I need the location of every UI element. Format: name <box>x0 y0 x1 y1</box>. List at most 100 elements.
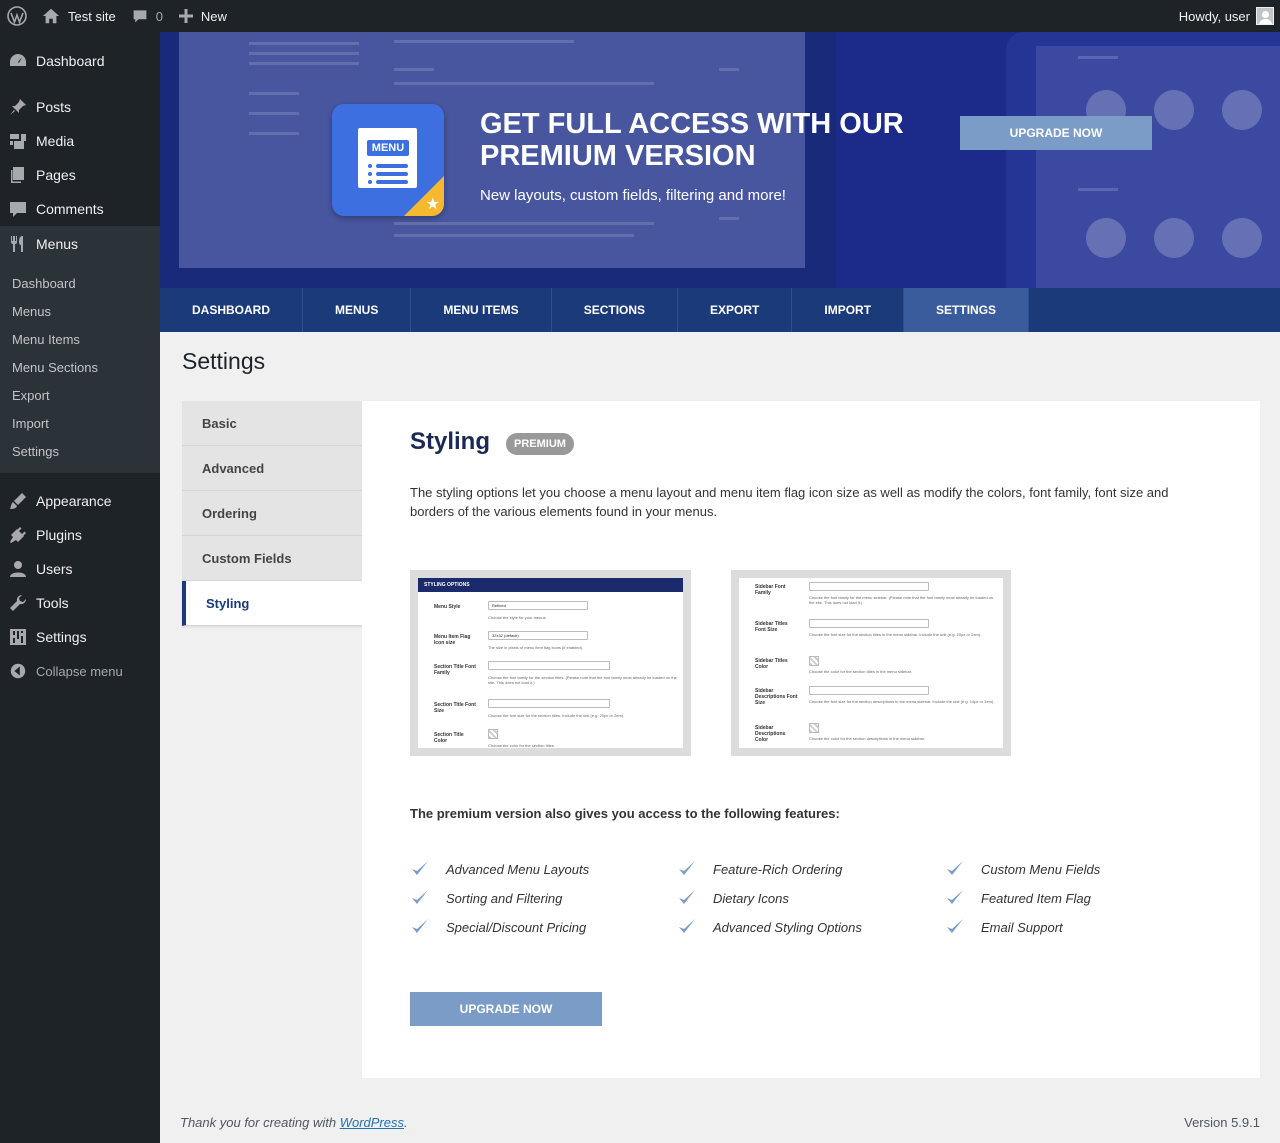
preview-field-label: Sidebar Font Family <box>755 584 786 596</box>
preview-field-label: Sidebar Titles Font Size <box>755 621 788 633</box>
checkmark-icon <box>945 888 981 908</box>
sidebar-item-label: Plugins <box>36 527 82 543</box>
preview-help: Choose the font size for the section des… <box>809 699 995 704</box>
sidebar-item-comments[interactable]: Comments <box>0 192 160 226</box>
preview-field-label: Section Title Color <box>434 732 464 744</box>
preview-color-swatch <box>488 729 498 739</box>
submenu-import[interactable]: Import <box>0 409 160 437</box>
submenu-export[interactable]: Export <box>0 381 160 409</box>
preview-color-swatch <box>809 656 819 666</box>
new-label: New <box>200 8 227 24</box>
settings-tab-basic[interactable]: Basic <box>182 401 362 446</box>
submenu-menu-items[interactable]: Menu Items <box>0 325 160 353</box>
comments-link[interactable]: 0 <box>124 0 171 32</box>
sidebar-item-media[interactable]: Media <box>0 124 160 158</box>
my-account-link[interactable]: Howdy, user <box>1179 7 1280 25</box>
preview-help: Choose the font family for the menu side… <box>809 595 994 605</box>
preview-input <box>809 582 929 591</box>
sidebar-item-label: Appearance <box>36 493 112 509</box>
submenu-settings[interactable]: Settings <box>0 437 160 465</box>
howdy-text: Howdy, user <box>1178 8 1250 24</box>
tab-menu-items[interactable]: MENU ITEMS <box>411 288 552 332</box>
feature-item: Email Support <box>945 917 1063 937</box>
submenu-menu-sections[interactable]: Menu Sections <box>0 353 160 381</box>
section-description: The styling options let you choose a men… <box>410 485 1169 519</box>
checkmark-icon <box>945 859 981 879</box>
preview-help: Choose the font size for the section tit… <box>488 713 625 718</box>
wrench-icon <box>8 593 28 613</box>
new-content-link[interactable]: New <box>171 0 235 32</box>
settings-tab-custom-fields[interactable]: Custom Fields <box>182 536 362 581</box>
sidebar-item-posts[interactable]: Posts <box>0 90 160 124</box>
feature-label: Advanced Menu Layouts <box>446 861 590 877</box>
submenu-dashboard[interactable]: Dashboard <box>0 269 160 297</box>
settings-tab-advanced[interactable]: Advanced <box>182 446 362 491</box>
submenu-menus[interactable]: Menus <box>0 297 160 325</box>
sidebar-item-settings[interactable]: Settings <box>0 620 160 654</box>
banner-subtitle: New layouts, custom fields, filtering an… <box>480 187 786 204</box>
banner-title: GET FULL ACCESS WITH OUR PREMIUM VERSION <box>480 108 904 172</box>
plugin-nav-tabs: DASHBOARD MENUS MENU ITEMS SECTIONS EXPO… <box>160 288 1280 332</box>
tab-dashboard[interactable]: DASHBOARD <box>160 288 303 332</box>
site-name-link[interactable]: Test site <box>34 0 124 32</box>
sliders-icon <box>8 627 28 647</box>
plug-icon <box>8 525 28 545</box>
sidebar-item-tools[interactable]: Tools <box>0 586 160 620</box>
utensils-icon <box>8 234 28 254</box>
sidebar-item-plugins[interactable]: Plugins <box>0 518 160 552</box>
tab-settings[interactable]: SETTINGS <box>904 288 1030 332</box>
settings-tab-styling[interactable]: Styling <box>182 581 362 626</box>
settings-tab-ordering[interactable]: Ordering <box>182 491 362 536</box>
menu-badge-label: MENU <box>367 140 409 156</box>
preview-help: Choose the font family for the section t… <box>488 675 677 685</box>
sidebar-item-users[interactable]: Users <box>0 552 160 586</box>
styling-preview-image-2: Sidebar Font Family Choose the font fami… <box>731 570 1011 756</box>
dashboard-icon <box>8 51 28 71</box>
feature-label: Special/Discount Pricing <box>446 919 587 935</box>
sidebar-item-appearance[interactable]: Appearance <box>0 484 160 518</box>
preview-input <box>488 661 610 670</box>
sidebar-item-label: Pages <box>36 167 76 183</box>
collapse-menu-button[interactable]: Collapse menu <box>0 654 160 688</box>
brush-icon <box>8 491 28 511</box>
checkmark-icon <box>945 917 981 937</box>
tab-export[interactable]: EXPORT <box>678 288 793 332</box>
preview-select: 32x32 (default) <box>488 631 588 640</box>
wordpress-logo-icon[interactable] <box>0 0 34 32</box>
preview-field-label: Menu Style <box>434 604 461 610</box>
wordpress-link[interactable]: WordPress <box>340 1115 404 1130</box>
preview-field-label: Sidebar Titles Color <box>755 658 788 670</box>
premium-banner: MENU ★ GET FULL ACCESS WITH OUR PREMIUM … <box>160 32 1280 288</box>
sidebar-item-menus[interactable]: Menus <box>0 226 160 262</box>
feature-item: Custom Menu Fields <box>945 859 1100 879</box>
tab-menus[interactable]: MENUS <box>303 288 412 332</box>
user-icon <box>8 559 28 579</box>
sidebar-item-label: Comments <box>36 201 104 217</box>
feature-label: Feature-Rich Ordering <box>713 861 843 877</box>
sidebar-item-label: Tools <box>36 595 69 611</box>
sidebar-item-label: Settings <box>36 629 87 645</box>
preview-color-swatch <box>809 723 819 733</box>
collapse-arrow-icon <box>8 661 28 681</box>
sidebar-item-pages[interactable]: Pages <box>0 158 160 192</box>
pin-icon <box>8 97 28 117</box>
feature-item: Advanced Styling Options <box>677 917 862 937</box>
upgrade-now-button[interactable]: UPGRADE NOW <box>410 992 602 1026</box>
sidebar-item-dashboard[interactable]: Dashboard <box>0 32 160 90</box>
section-title: Styling <box>410 428 491 455</box>
preview-help: Choose the font size for the section tit… <box>809 632 982 637</box>
checkmark-icon <box>410 888 446 908</box>
feature-item: Featured Item Flag <box>945 888 1091 908</box>
tab-import[interactable]: IMPORT <box>792 288 905 332</box>
preview-help: The size in pixels of menu item flag ico… <box>488 645 584 650</box>
preview-input <box>809 619 929 628</box>
checkmark-icon <box>677 888 713 908</box>
preview-field-label: Menu Item Flag Icon size <box>434 634 471 646</box>
checkmark-icon <box>410 859 446 879</box>
feature-label: Featured Item Flag <box>981 890 1091 906</box>
tab-sections[interactable]: SECTIONS <box>552 288 679 332</box>
preview-help: Choose the color for the section titles. <box>488 743 555 748</box>
preview-input <box>488 699 610 708</box>
banner-upgrade-button[interactable]: UPGRADE NOW <box>960 116 1152 150</box>
feature-label: Dietary Icons <box>713 890 789 906</box>
